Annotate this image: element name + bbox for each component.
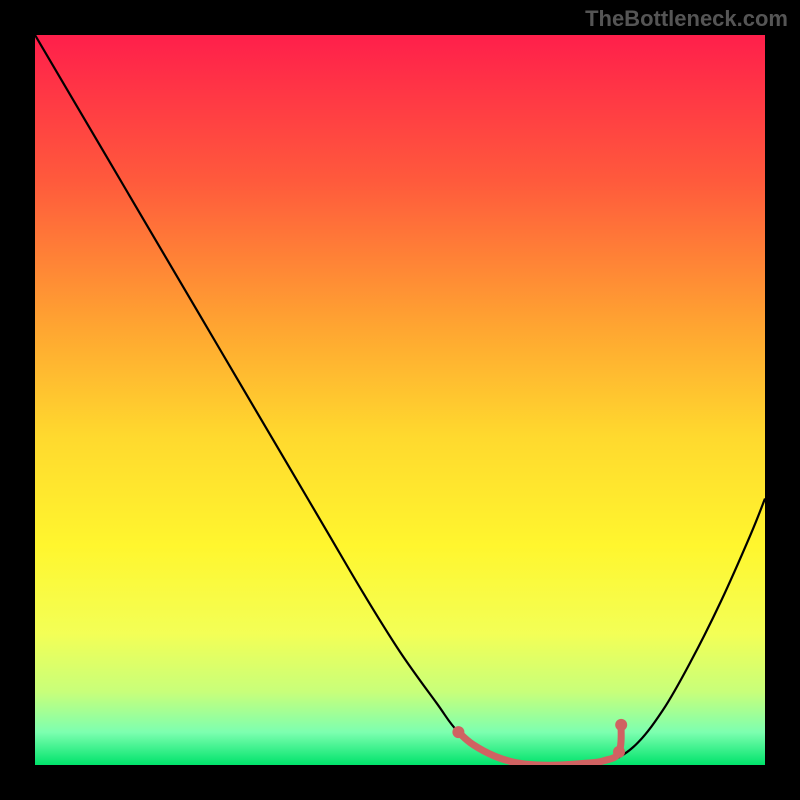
chart-frame bbox=[0, 0, 800, 800]
chart-background bbox=[35, 35, 765, 765]
chart-svg bbox=[35, 35, 765, 765]
chart-plot bbox=[35, 35, 765, 765]
drag-point[interactable] bbox=[615, 719, 627, 731]
drag-point[interactable] bbox=[613, 746, 625, 758]
watermark-text: TheBottleneck.com bbox=[585, 6, 788, 32]
drag-point[interactable] bbox=[452, 726, 464, 738]
